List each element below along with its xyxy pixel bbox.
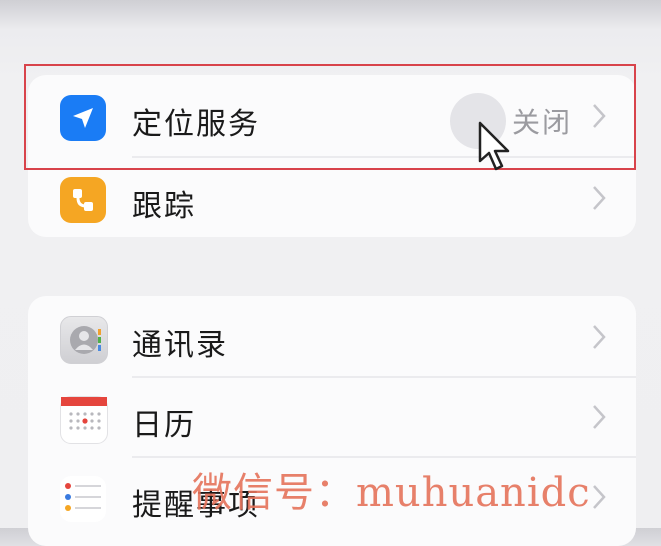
chevron-right-icon: [593, 405, 606, 429]
chevron-right-icon: [593, 186, 606, 210]
chevron-right-icon: [593, 325, 606, 349]
calendar-row[interactable]: 日历: [28, 376, 636, 456]
tracking-label: 跟踪: [132, 189, 196, 224]
reminders-icon: [60, 476, 106, 522]
contacts-icon: [60, 316, 108, 364]
chevron-right-icon: [593, 485, 606, 509]
watermark-text: 微信号：muhuanidc: [192, 470, 591, 516]
mouse-cursor-icon: [478, 121, 510, 171]
contacts-row[interactable]: 通讯录: [28, 296, 636, 376]
highlight-box: [24, 64, 636, 170]
calendar-label: 日历: [132, 408, 196, 443]
calendar-icon: [60, 396, 108, 444]
tracking-icon: [60, 177, 106, 223]
contacts-label: 通讯录: [132, 328, 228, 363]
